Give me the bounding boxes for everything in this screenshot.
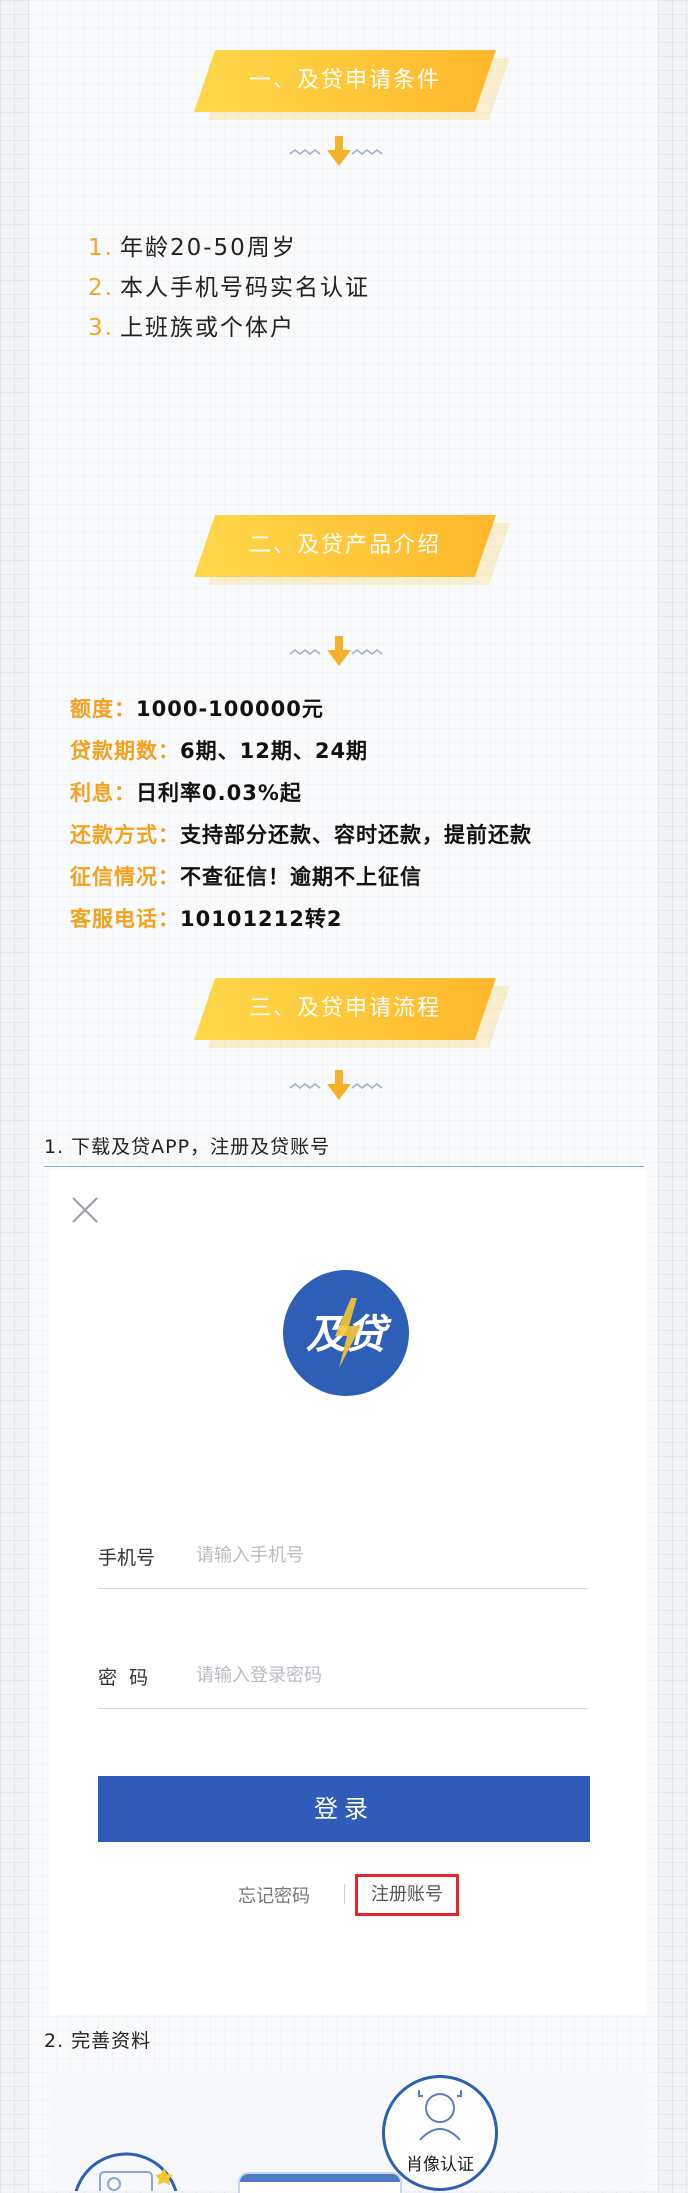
app-logo: 及贷 [283,1270,409,1396]
product-info: 额度：1000-100000元 贷款期数：6期、12期、24期 利息：日利率0.… [70,688,532,940]
section-title-conditions: 一、及贷申请条件 [248,68,441,93]
avatar-badge: 肖像认证 [382,2075,498,2191]
password-label: 密 码 [98,1667,149,1689]
field-underline [98,1708,588,1709]
info-row: 利息：日利率0.03%起 [70,781,302,805]
conditions-list: 1. 年龄20-50周岁 2. 本人手机号码实名认证 3. 上班族或个体户 [88,228,370,348]
section-banner-process: 三、及贷申请流程 [194,978,510,1048]
lightning-logo-icon: 及贷 [306,1298,392,1368]
section-banner-product: 二、及贷产品介绍 [194,515,510,585]
down-arrow-icon [289,636,383,666]
list-item: 3. 上班族或个体户 [88,315,295,341]
info-row: 贷款期数：6期、12期、24期 [70,739,369,763]
phone-mockup [238,2172,402,2193]
section-title-process: 三、及贷申请流程 [248,996,441,1021]
register-link[interactable]: 注册账号 [355,1874,459,1916]
info-row: 额度：1000-100000元 [70,697,324,721]
password-input[interactable] [196,1663,576,1687]
step-1-label: 1. 下载及贷APP，注册及贷账号 [44,1136,331,1158]
phone-label: 手机号 [98,1547,156,1569]
divider [344,1884,345,1904]
avatar-badge-label: 肖像认证 [406,2155,474,2175]
divider [44,1166,644,1167]
info-row: 还款方式：支持部分还款、容时还款，提前还款 [70,823,532,847]
section-title-product: 二、及贷产品介绍 [248,533,441,558]
forgot-password-link[interactable]: 忘记密码 [238,1882,310,1908]
close-icon[interactable] [68,1193,102,1227]
list-item: 2. 本人手机号码实名认证 [88,275,370,301]
phone-input[interactable] [196,1543,576,1567]
info-row: 征信情况：不查征信！逾期不上征信 [70,865,422,889]
down-arrow-icon [289,136,383,166]
login-button[interactable]: 登录 [98,1776,590,1842]
id-card-icon [74,2152,178,2191]
down-arrow-icon [289,1070,383,1100]
step-2-label: 2. 完善资料 [44,2030,152,2052]
section-banner-conditions: 一、及贷申请条件 [194,50,510,120]
info-row: 客服电话：10101212转2 [70,907,343,931]
list-item: 1. 年龄20-50周岁 [88,235,297,261]
field-underline [98,1588,588,1589]
